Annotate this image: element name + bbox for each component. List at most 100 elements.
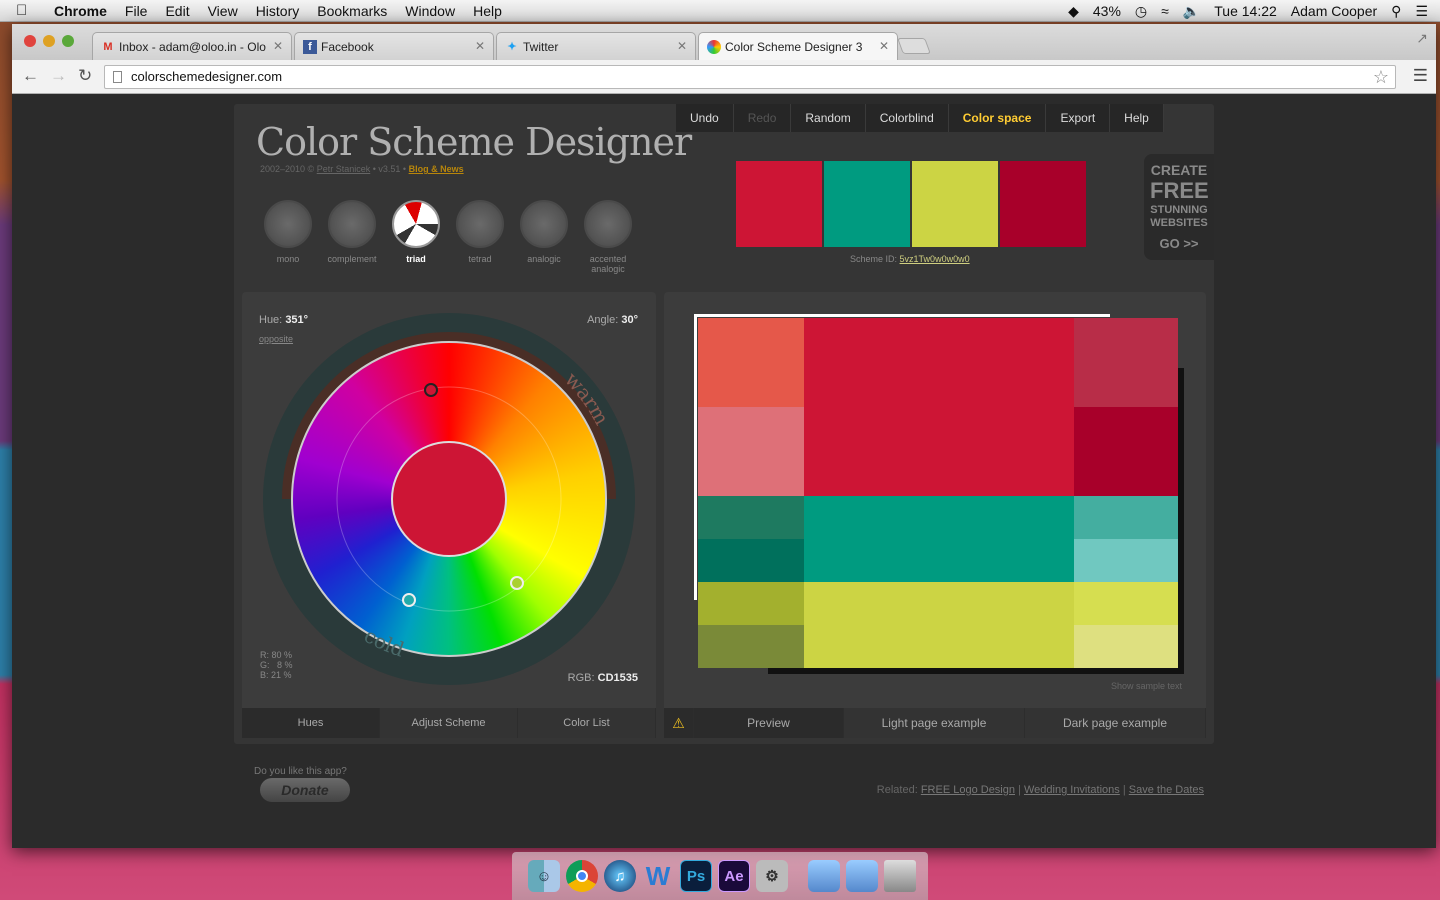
palette-cell[interactable] (698, 625, 804, 668)
tab-twitter[interactable]: ✦ Twitter ✕ (496, 32, 696, 60)
menu-bookmarks[interactable]: Bookmarks (317, 3, 387, 19)
close-tab-icon[interactable]: ✕ (879, 39, 889, 53)
help-button[interactable]: Help (1110, 104, 1164, 132)
palette-cell[interactable] (1074, 625, 1178, 668)
palette-cell[interactable] (804, 625, 1074, 668)
clock[interactable]: Tue 14:22 (1214, 3, 1277, 19)
menu-window[interactable]: Window (405, 3, 455, 19)
palette-cell[interactable] (804, 539, 1074, 582)
time-machine-icon[interactable]: ◷ (1135, 3, 1147, 20)
fullscreen-icon[interactable]: ↗ (1416, 30, 1428, 47)
palette-cell[interactable] (698, 539, 804, 582)
scheme-accented-analogic[interactable]: accented analogic (576, 200, 640, 274)
palette-cell[interactable] (698, 496, 804, 539)
hue-handle-secondary[interactable] (402, 593, 416, 607)
related-wedding-link[interactable]: Wedding Invitations (1024, 784, 1120, 796)
volume-icon[interactable]: 🔈 (1183, 3, 1200, 20)
applications-folder-icon[interactable] (808, 860, 840, 892)
scheme-mono[interactable]: mono (256, 200, 320, 274)
tab-hues[interactable]: Hues (242, 708, 380, 738)
tab-adjust-scheme[interactable]: Adjust Scheme (380, 708, 518, 738)
color-space-button[interactable]: Color space (949, 104, 1047, 132)
tab-facebook[interactable]: f Facebook ✕ (294, 32, 494, 60)
tab-color-list[interactable]: Color List (518, 708, 656, 738)
color-wheel[interactable]: warm cold (262, 312, 636, 686)
photoshop-icon[interactable]: Ps (680, 860, 712, 892)
opposite-link[interactable]: opposite (259, 334, 293, 344)
related-logo-design-link[interactable]: FREE Logo Design (921, 784, 1015, 796)
show-sample-text-link[interactable]: Show sample text (1111, 681, 1182, 691)
related-save-dates-link[interactable]: Save the Dates (1129, 784, 1204, 796)
address-bar[interactable]: colorschemedesigner.com ☆ (104, 65, 1396, 89)
scheme-complement[interactable]: complement (320, 200, 384, 274)
new-tab-button[interactable] (897, 38, 931, 54)
swatch-secondary-b[interactable] (912, 161, 998, 247)
tab-light-page-example[interactable]: Light page example (844, 708, 1025, 738)
palette-cell[interactable] (1074, 496, 1178, 539)
tab-color-scheme-designer[interactable]: Color Scheme Designer 3 ✕ (698, 32, 898, 60)
tab-preview[interactable]: Preview (694, 708, 844, 738)
back-icon[interactable]: ← (22, 66, 39, 86)
palette-cell[interactable] (698, 582, 804, 625)
palette-cell[interactable] (698, 407, 804, 496)
scheme-analogic[interactable]: analogic (512, 200, 576, 274)
system-preferences-icon[interactable]: ⚙ (756, 860, 788, 892)
minimize-window-icon[interactable] (43, 35, 55, 47)
notification-center-icon[interactable]: ☰ (1415, 3, 1428, 20)
palette-cell[interactable] (804, 318, 1074, 407)
redo-button[interactable]: Redo (734, 104, 792, 132)
spotlight-icon[interactable]: ⚲ (1391, 3, 1401, 20)
word-icon[interactable]: W (642, 860, 674, 892)
close-tab-icon[interactable]: ✕ (273, 39, 283, 53)
wifi-icon[interactable]: ≈ (1161, 3, 1169, 19)
battery-text[interactable]: 43% (1093, 3, 1121, 19)
menu-edit[interactable]: Edit (165, 3, 189, 19)
blog-link[interactable]: Blog & News (409, 164, 464, 174)
menu-help[interactable]: Help (473, 3, 502, 19)
dropbox-icon[interactable]: ◆ (1068, 3, 1079, 20)
chrome-icon[interactable] (566, 860, 598, 892)
hue-handle-primary[interactable] (424, 383, 438, 397)
close-tab-icon[interactable]: ✕ (475, 39, 485, 53)
swatch-complement[interactable] (1000, 161, 1086, 247)
palette-cell[interactable] (1074, 582, 1178, 625)
reload-icon[interactable]: ↻ (78, 66, 92, 86)
palette-cell[interactable] (804, 407, 1074, 496)
palette-cell[interactable] (1074, 318, 1178, 407)
palette-cell[interactable] (804, 582, 1074, 625)
hue-handle-tertiary[interactable] (510, 576, 524, 590)
palette-cell[interactable] (698, 318, 804, 407)
palette-cell[interactable] (1074, 407, 1178, 496)
tab-dark-page-example[interactable]: Dark page example (1025, 708, 1206, 738)
itunes-icon[interactable]: ♫ (604, 860, 636, 892)
menu-view[interactable]: View (208, 3, 238, 19)
author-link[interactable]: Petr Stanicek (317, 164, 371, 174)
forward-icon[interactable]: → (50, 66, 67, 86)
close-tab-icon[interactable]: ✕ (677, 39, 687, 53)
swatch-secondary-a[interactable] (824, 161, 910, 247)
colorblind-button[interactable]: Colorblind (866, 104, 949, 132)
menu-file[interactable]: File (125, 3, 148, 19)
palette-cell[interactable] (1074, 539, 1178, 582)
promo-banner[interactable]: CREATE FREE STUNNING WEBSITES GO >> (1144, 154, 1214, 260)
finder-icon[interactable]: ☺ (528, 860, 560, 892)
chrome-menu-icon[interactable]: ☰ (1413, 66, 1428, 86)
scheme-id-link[interactable]: 5vz1Tw0w0w0w0 (900, 254, 970, 264)
user-name[interactable]: Adam Cooper (1291, 3, 1377, 19)
palette-grid[interactable] (698, 318, 1178, 668)
zoom-window-icon[interactable] (62, 35, 74, 47)
donate-button[interactable]: Donate (260, 778, 350, 802)
tab-gmail[interactable]: M Inbox - adam@oloo.in - Olo ✕ (92, 32, 292, 60)
apple-icon[interactable]:  (16, 2, 36, 19)
palette-cell[interactable] (804, 496, 1074, 539)
swatch-primary[interactable] (736, 161, 822, 247)
documents-folder-icon[interactable] (846, 860, 878, 892)
bookmark-star-icon[interactable]: ☆ (1373, 66, 1389, 88)
menu-app-name[interactable]: Chrome (54, 3, 107, 19)
after-effects-icon[interactable]: Ae (718, 860, 750, 892)
scheme-tetrad[interactable]: tetrad (448, 200, 512, 274)
export-button[interactable]: Export (1046, 104, 1111, 132)
menu-history[interactable]: History (256, 3, 300, 19)
random-button[interactable]: Random (791, 104, 866, 132)
close-window-icon[interactable] (24, 35, 36, 47)
